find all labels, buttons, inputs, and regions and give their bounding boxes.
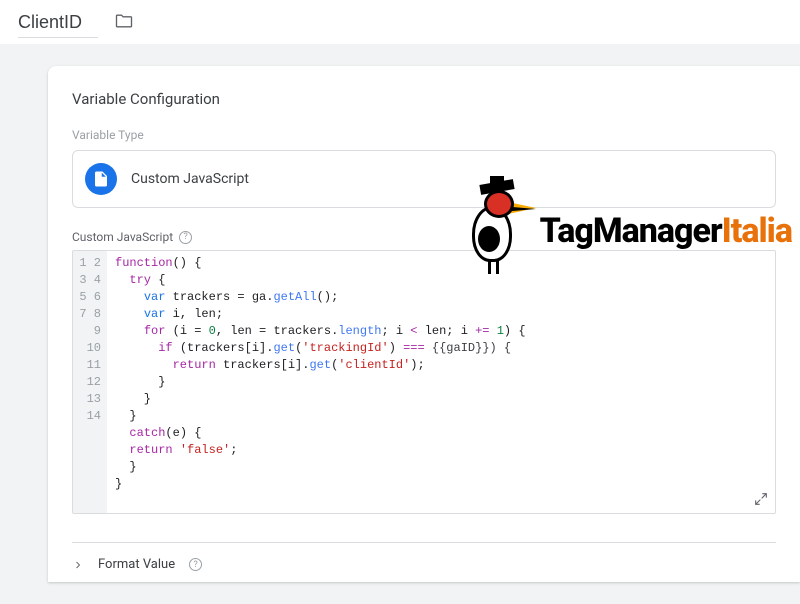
page-body: Variable Configuration Variable Type Cus… <box>0 44 800 604</box>
folder-icon[interactable] <box>114 11 134 35</box>
expand-handle-icon[interactable] <box>753 491 769 507</box>
help-icon[interactable]: ? <box>189 558 202 571</box>
code-gutter: 1 2 3 4 5 6 7 8 9 10 11 12 13 14 <box>73 251 107 513</box>
format-value-label: Format Value <box>98 557 175 572</box>
variable-name-input[interactable] <box>18 8 98 38</box>
custom-js-icon <box>85 163 117 195</box>
card-title: Variable Configuration <box>72 90 776 108</box>
page-header <box>0 0 800 44</box>
code-editor[interactable]: 1 2 3 4 5 6 7 8 9 10 11 12 13 14 functio… <box>72 250 776 514</box>
help-icon[interactable]: ? <box>179 231 192 244</box>
variable-type-selector[interactable]: Custom JavaScript <box>72 150 776 208</box>
code-field-label: Custom JavaScript ? <box>72 230 776 244</box>
format-value-row[interactable]: Format Value ? <box>72 542 776 572</box>
chevron-right-icon <box>72 559 84 571</box>
variable-config-card: Variable Configuration Variable Type Cus… <box>48 66 800 582</box>
variable-type-label: Variable Type <box>72 128 776 142</box>
variable-type-value: Custom JavaScript <box>131 171 249 187</box>
code-content[interactable]: function() { try { var trackers = ga.get… <box>107 251 775 513</box>
